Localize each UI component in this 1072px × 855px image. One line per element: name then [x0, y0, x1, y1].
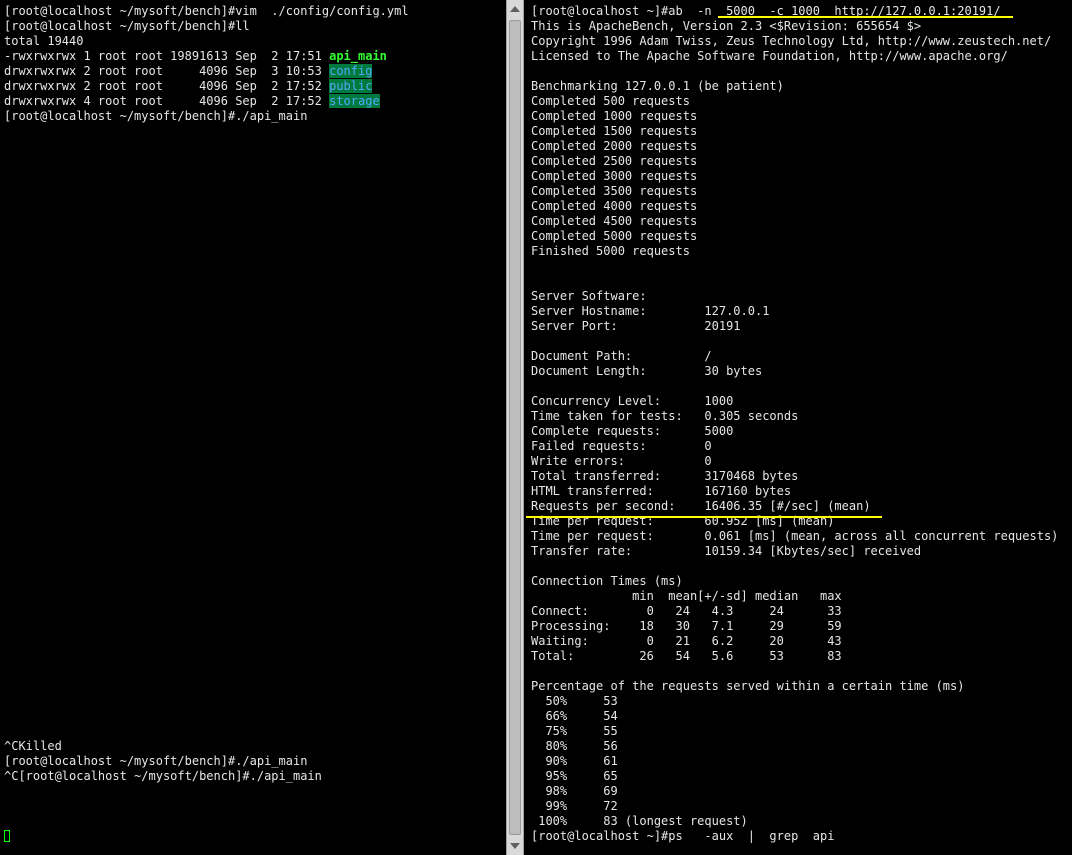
terminal-line: Completed 3000 requests [531, 169, 698, 183]
file-perms: drwxrwxrwx 2 root root 4096 Sep 3 10:53 [4, 64, 330, 78]
terminal-line: 66% 54 [531, 709, 618, 723]
scroll-down-arrow-icon[interactable] [510, 843, 520, 849]
terminal-line: [root@localhost ~/mysoft/bench]#./api_ma… [4, 109, 308, 123]
pane-splitter-scrollbar[interactable] [506, 0, 524, 855]
file-listing-row: drwxrwxrwx 2 root root 4096 Sep 3 10:53 … [4, 64, 373, 79]
terminal-line: Processing: 18 30 7.1 29 59 [531, 619, 842, 633]
terminal-line: Time per request: 0.061 [ms] (mean, acro… [531, 529, 1059, 543]
terminal-line: 95% 65 [531, 769, 618, 783]
terminal-line: Percentage of the requests served within… [531, 679, 965, 693]
terminal-line: Requests per second: 16406.35 [#/sec] (m… [531, 499, 871, 513]
scrollbar-thumb[interactable] [509, 20, 521, 835]
terminal-line: 75% 55 [531, 724, 618, 738]
scroll-up-arrow-icon[interactable] [510, 6, 520, 12]
terminal-line: [root@localhost ~/mysoft/bench]#vim ./co… [4, 4, 409, 18]
terminal-cursor [4, 830, 10, 842]
terminal-line: Copyright 1996 Adam Twiss, Zeus Technolo… [531, 34, 1052, 48]
directory-name: storage [329, 94, 380, 108]
terminal-line: Completed 1000 requests [531, 109, 698, 123]
terminal-line: Connect: 0 24 4.3 24 33 [531, 604, 842, 618]
terminal-line: Total transferred: 3170468 bytes [531, 469, 799, 483]
terminal-line: total 19440 [4, 34, 84, 48]
terminal-line: Server Hostname: 127.0.0.1 [531, 304, 770, 318]
terminal-line: This is ApacheBench, Version 2.3 <$Revis… [531, 19, 922, 33]
terminal-line: Completed 500 requests [531, 94, 690, 108]
executable-name: api_main [329, 49, 387, 63]
terminal-line: Finished 5000 requests [531, 244, 690, 258]
terminal-line: 90% 61 [531, 754, 618, 768]
terminal-line: Time taken for tests: 0.305 seconds [531, 409, 799, 423]
right-terminal-pane[interactable]: [root@localhost ~]#ab -n 5000 -c 1000 ht… [524, 0, 1072, 855]
file-listing-row: drwxrwxrwx 2 root root 4096 Sep 2 17:52 … [4, 79, 373, 94]
file-listing-row: -rwxrwxrwx 1 root root 19891613 Sep 2 17… [4, 49, 387, 64]
terminal-line: [root@localhost ~/mysoft/bench]#./api_ma… [4, 754, 308, 768]
file-perms: drwxrwxrwx 2 root root 4096 Sep 2 17:52 [4, 79, 330, 93]
file-perms: -rwxrwxrwx 1 root root 19891613 Sep 2 17… [4, 49, 330, 63]
terminal-line: [root@localhost ~]#ps -aux | grep api [531, 829, 835, 843]
terminal-line: Connection Times (ms) [531, 574, 683, 588]
terminal-line: Server Port: 20191 [531, 319, 741, 333]
terminal-line: 100% 83 (longest request) [531, 814, 748, 828]
terminal-line: Transfer rate: 10159.34 [Kbytes/sec] rec… [531, 544, 922, 558]
terminal-line: 80% 56 [531, 739, 618, 753]
terminal-line: Benchmarking 127.0.0.1 (be patient) [531, 79, 784, 93]
terminal-line: Failed requests: 0 [531, 439, 712, 453]
terminal-line: [root@localhost ~/mysoft/bench]#ll [4, 19, 250, 33]
terminal-line: ^CKilled [4, 739, 62, 753]
terminal-line: Completed 3500 requests [531, 184, 698, 198]
terminal-line: 98% 69 [531, 784, 618, 798]
terminal-line: Licensed to The Apache Software Foundati… [531, 49, 1008, 63]
terminal-line: ^C[root@localhost ~/mysoft/bench]#./api_… [4, 769, 322, 783]
terminal-line: Completed 4500 requests [531, 214, 698, 228]
terminal-line: Document Path: / [531, 349, 712, 363]
terminal-line: Server Software: [531, 289, 647, 303]
left-terminal-pane[interactable]: [root@localhost ~/mysoft/bench]#vim ./co… [0, 0, 506, 855]
terminal-line: HTML transferred: 167160 bytes [531, 484, 792, 498]
terminal-line: Waiting: 0 21 6.2 20 43 [531, 634, 842, 648]
annotation-underline [718, 16, 1013, 18]
terminal-line: Document Length: 30 bytes [531, 364, 763, 378]
terminal-line: 50% 53 [531, 694, 618, 708]
directory-name: config [329, 64, 373, 78]
annotation-underline [526, 516, 882, 518]
directory-name: public [329, 79, 373, 93]
terminal-line: min mean[+/-sd] median max [531, 589, 842, 603]
terminal-line: Completed 1500 requests [531, 124, 698, 138]
terminal-line: Concurrency Level: 1000 [531, 394, 734, 408]
file-listing-row: drwxrwxrwx 4 root root 4096 Sep 2 17:52 … [4, 94, 380, 109]
terminal-line: Completed 4000 requests [531, 199, 698, 213]
file-perms: drwxrwxrwx 4 root root 4096 Sep 2 17:52 [4, 94, 330, 108]
terminal-line: Write errors: 0 [531, 454, 712, 468]
terminal-line: Completed 5000 requests [531, 229, 698, 243]
terminal-line: Completed 2500 requests [531, 154, 698, 168]
terminal-line: 99% 72 [531, 799, 618, 813]
terminal-line: Complete requests: 5000 [531, 424, 734, 438]
terminal-line: Total: 26 54 5.6 53 83 [531, 649, 842, 663]
terminal-line: Completed 2000 requests [531, 139, 698, 153]
